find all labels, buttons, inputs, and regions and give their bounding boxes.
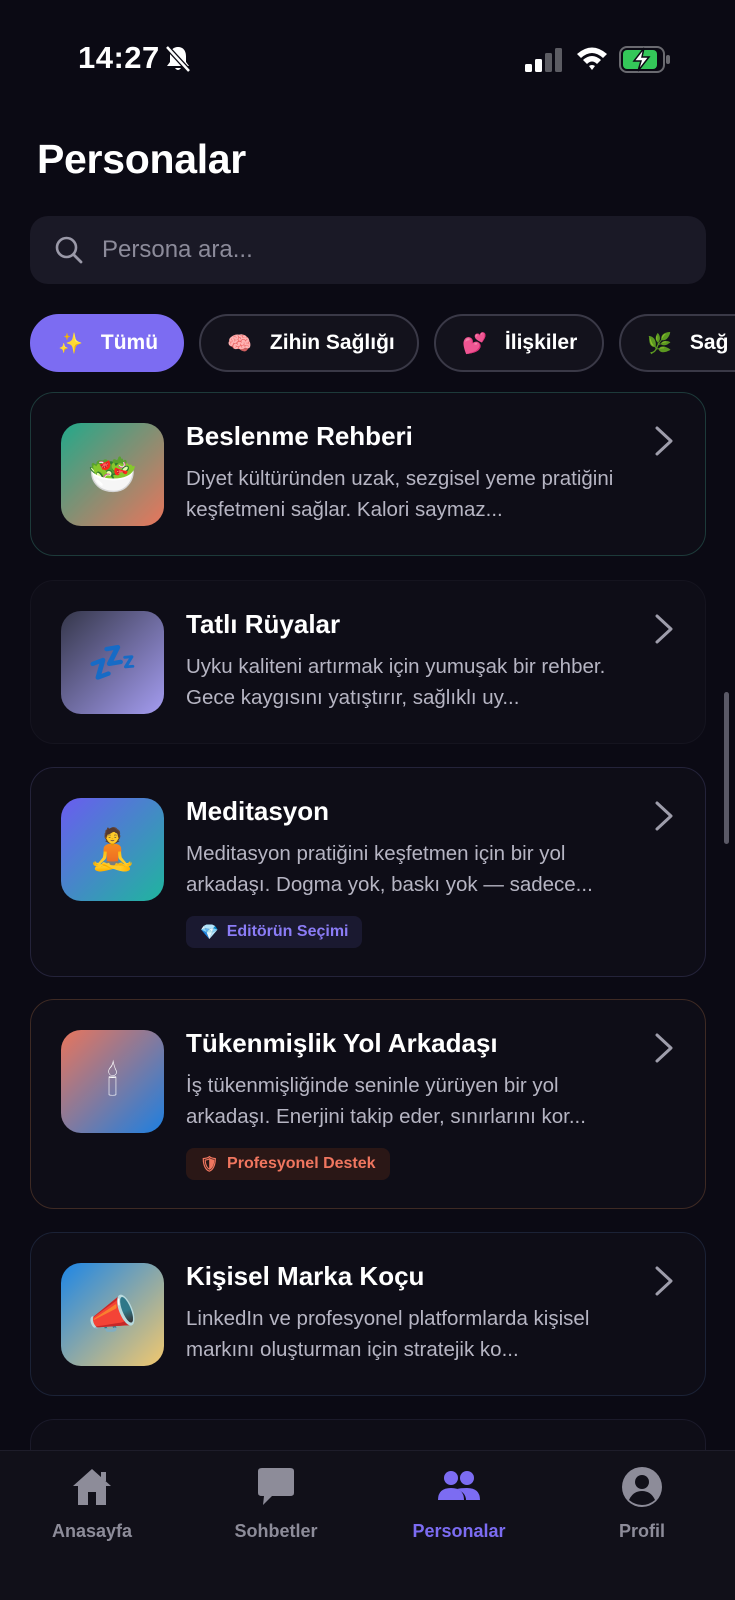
- nav-item-personas[interactable]: Personalar: [369, 1465, 549, 1565]
- search-input[interactable]: [102, 236, 706, 264]
- badge-label: Profesyonel Destek: [227, 1155, 376, 1172]
- gem-icon: 💎: [200, 923, 219, 941]
- badge-label: Editörün Seçimi: [226, 923, 349, 940]
- filter-chip-health[interactable]: 🌿 Sağ: [619, 314, 735, 372]
- nav-item-profile[interactable]: Profil: [552, 1465, 732, 1565]
- persona-card-burnout[interactable]: 🕯 Tükenmişlik Yol Arkadaşı İş tükenmişli…: [30, 999, 706, 1209]
- status-time: 14:27: [78, 40, 160, 75]
- bell-slash-icon: [165, 45, 191, 73]
- chevron-right-icon: [655, 614, 673, 644]
- status-bar: 14:27: [0, 0, 735, 120]
- profile-icon: [622, 1467, 662, 1507]
- nav-label: Personalar: [412, 1521, 506, 1541]
- nav-item-chats[interactable]: Sohbetler: [186, 1465, 366, 1565]
- megaphone-icon: 📣: [61, 1263, 164, 1366]
- persona-title: Tükenmişlik Yol Arkadaşı: [186, 1028, 498, 1058]
- persona-description: LinkedIn ve profesyonel platformlarda ki…: [186, 1307, 590, 1361]
- page-title: Personalar: [37, 136, 246, 182]
- chevron-right-icon: [655, 1033, 673, 1063]
- persona-card-personal-brand[interactable]: 📣 Kişisel Marka Koçu LinkedIn ve profesy…: [30, 1232, 706, 1396]
- persona-title: Kişisel Marka Koçu: [186, 1261, 425, 1291]
- persona-title: Tatlı Rüyalar: [186, 609, 341, 639]
- nav-label: Anasayfa: [51, 1521, 133, 1541]
- nav-item-home[interactable]: Anasayfa: [2, 1465, 182, 1565]
- candle-icon: 🕯: [61, 1030, 164, 1133]
- professional-support-badge: 🛡 Profesyonel Destek: [186, 1148, 390, 1180]
- filter-chip-label: Sağ: [689, 331, 729, 354]
- persona-title: Meditasyon: [186, 796, 330, 826]
- nav-label: Profil: [618, 1521, 665, 1541]
- users-icon: [438, 1471, 480, 1500]
- persona-card-meditation[interactable]: 🧘 Meditasyon Meditasyon pratiğini keşfet…: [30, 767, 706, 977]
- persona-card-nutrition[interactable]: 🥗 Beslenme Rehberi Diyet kültüründen uza…: [30, 392, 706, 556]
- chevron-right-icon: [655, 426, 673, 456]
- filter-chip-mental-health[interactable]: 🧠 Zihin Sağlığı: [199, 314, 419, 372]
- filter-chip-label: İlişkiler: [504, 331, 578, 354]
- sleep-icon: 💤: [61, 611, 164, 714]
- signal-icon: [525, 48, 562, 72]
- herb-icon: 🌿: [647, 331, 672, 355]
- chevron-right-icon: [655, 801, 673, 831]
- persona-description: Meditasyon pratiğini keşfetmen için bir …: [186, 842, 593, 896]
- persona-description: İş tükenmişliğinde seninle yürüyen bir y…: [186, 1074, 586, 1128]
- editors-choice-badge: 💎 Editörün Seçimi: [186, 916, 363, 948]
- persona-description: Diyet kültüründen uzak, sezgisel yeme pr…: [186, 467, 614, 521]
- filter-chip-label: Tümü: [100, 331, 159, 354]
- nav-label: Sohbetler: [234, 1521, 318, 1541]
- bottom-nav: Anasayfa Sohbetler Personalar Profil: [0, 1450, 735, 1600]
- home-icon: [73, 1469, 111, 1505]
- meditation-icon: 🧘: [61, 798, 164, 901]
- filter-chip-relationships[interactable]: 💕 İlişkiler: [434, 314, 604, 372]
- filter-chip-label: Zihin Sağlığı: [269, 331, 395, 354]
- search-box[interactable]: [30, 216, 706, 284]
- chat-icon: [258, 1468, 294, 1505]
- chevron-right-icon: [655, 1266, 673, 1296]
- salad-icon: 🥗: [61, 423, 164, 526]
- scrollbar[interactable]: [724, 692, 729, 844]
- persona-card-sweet-dreams[interactable]: 💤 Tatlı Rüyalar Uyku kaliteni artırmak i…: [30, 580, 706, 744]
- persona-title: Beslenme Rehberi: [186, 421, 413, 451]
- battery-charging-icon: [619, 46, 670, 73]
- search-icon: [55, 236, 83, 264]
- filter-chip-all[interactable]: ✨ Tümü: [30, 314, 184, 372]
- hearts-icon: 💕: [462, 331, 487, 355]
- wifi-icon: [577, 47, 607, 70]
- sparkles-icon: ✨: [58, 331, 83, 355]
- shield-icon: 🛡: [200, 1155, 220, 1173]
- filter-chips: ✨ Tümü 🧠 Zihin Sağlığı 💕 İlişkiler 🌿 Sağ: [30, 314, 735, 374]
- brain-icon: 🧠: [227, 331, 252, 355]
- persona-description: Uyku kaliteni artırmak için yumuşak bir …: [186, 655, 606, 709]
